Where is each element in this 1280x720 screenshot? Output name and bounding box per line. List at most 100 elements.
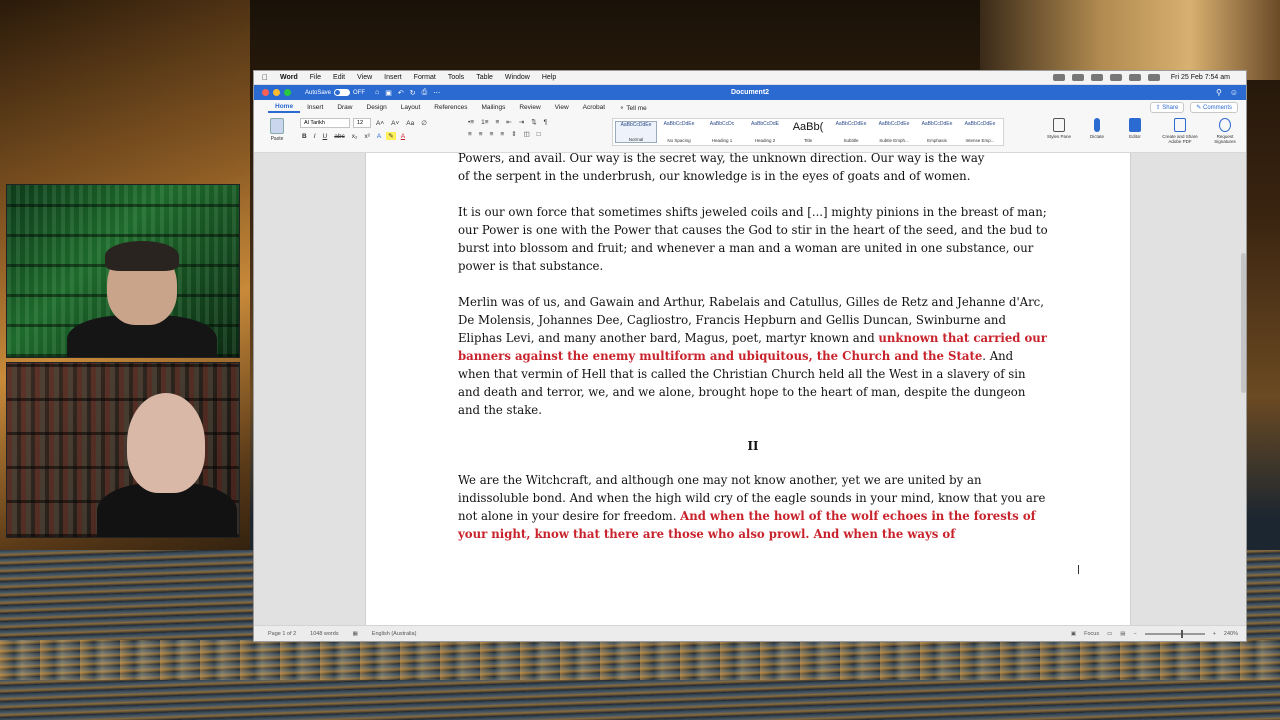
paragraph[interactable]: Merlin was of us, and Gawain and Arthur,… bbox=[458, 293, 1048, 419]
numbering-icon[interactable]: 1≡ bbox=[479, 119, 490, 126]
clear-formatting-icon[interactable]: ∅ bbox=[419, 119, 429, 127]
borders-icon[interactable]: □ bbox=[535, 131, 543, 138]
style-subtitle[interactable]: AaBbCcDdEe Subtitle bbox=[830, 121, 872, 143]
align-left-icon[interactable]: ≡ bbox=[466, 131, 474, 138]
vertical-scrollbar[interactable] bbox=[1241, 253, 1246, 393]
style-normal[interactable]: AaBbCcDdEe Normal bbox=[615, 121, 657, 143]
style-heading-1[interactable]: AaBbCcDc Heading 1 bbox=[701, 121, 743, 143]
justify-icon[interactable]: ≡ bbox=[498, 131, 506, 138]
underline-icon[interactable]: U bbox=[321, 133, 330, 140]
account-icon[interactable]: ☺ bbox=[1230, 88, 1238, 97]
save-icon[interactable]: ▣ bbox=[385, 89, 392, 97]
web-layout-icon[interactable]: ▤ bbox=[1120, 631, 1125, 637]
request-signatures-button[interactable]: Request Signatures bbox=[1210, 118, 1240, 144]
grow-font-icon[interactable]: A˄ bbox=[374, 120, 386, 127]
editor-button[interactable]: Editor bbox=[1120, 118, 1150, 144]
menu-edit[interactable]: Edit bbox=[329, 74, 353, 81]
text-effects-icon[interactable]: A bbox=[375, 133, 383, 140]
highlight-icon[interactable]: ✎ bbox=[386, 132, 396, 140]
menu-table[interactable]: Table bbox=[472, 74, 501, 81]
wifi-icon[interactable] bbox=[1109, 74, 1122, 81]
redo-icon[interactable]: ↻ bbox=[410, 89, 416, 97]
tab-acrobat[interactable]: Acrobat bbox=[576, 104, 612, 111]
change-case-icon[interactable]: Aa bbox=[404, 120, 416, 127]
zoom-in-icon[interactable]: + bbox=[1213, 631, 1216, 637]
align-center-icon[interactable]: ≡ bbox=[477, 131, 485, 138]
document-body[interactable]: Powers, and avail. Our way is the secret… bbox=[458, 153, 1048, 561]
shrink-font-icon[interactable]: A˅ bbox=[389, 120, 401, 127]
font-size-select[interactable]: 12 bbox=[353, 118, 371, 128]
print-icon[interactable]: ⎙ bbox=[422, 89, 428, 97]
tab-draw[interactable]: Draw bbox=[330, 104, 359, 111]
tab-references[interactable]: References bbox=[427, 104, 474, 111]
autosave-switch[interactable] bbox=[334, 89, 351, 96]
align-right-icon[interactable]: ≡ bbox=[488, 131, 496, 138]
paragraph[interactable]: We are the Witchcraft, and although one … bbox=[458, 471, 1048, 543]
battery-icon[interactable] bbox=[1128, 74, 1141, 81]
autosave-toggle[interactable]: AutoSave OFF bbox=[305, 89, 365, 96]
create-share-pdf-button[interactable]: Create and Share Adobe PDF bbox=[1158, 118, 1202, 144]
style-intense-emphasis[interactable]: AaBbCcDdEe Intense Emp... bbox=[959, 121, 1001, 143]
status-icon[interactable] bbox=[1052, 74, 1065, 81]
zoom-slider-thumb[interactable] bbox=[1180, 629, 1183, 638]
status-icon[interactable] bbox=[1071, 74, 1084, 81]
proofing-icon[interactable]: ▦ bbox=[353, 631, 358, 637]
style-title[interactable]: AaBb( Title bbox=[787, 121, 829, 143]
minimize-window-button[interactable] bbox=[273, 89, 280, 96]
focus-button[interactable]: Focus bbox=[1084, 631, 1099, 637]
dictate-button[interactable]: Dictate bbox=[1082, 118, 1112, 144]
shading-icon[interactable]: ◫ bbox=[522, 130, 532, 138]
search-icon[interactable] bbox=[1147, 74, 1160, 81]
style-emphasis[interactable]: AaBbCcDdEe Emphasis bbox=[916, 121, 958, 143]
italic-icon[interactable]: I bbox=[312, 133, 318, 140]
language-indicator[interactable]: English (Australia) bbox=[372, 631, 417, 637]
comments-button[interactable]: ✎ Comments bbox=[1190, 102, 1238, 113]
focus-icon[interactable]: ▣ bbox=[1071, 631, 1076, 637]
tab-home[interactable]: Home bbox=[268, 103, 301, 113]
page-count[interactable]: Page 1 of 2 bbox=[268, 631, 296, 637]
section-heading[interactable]: II bbox=[458, 437, 1048, 455]
line-spacing-icon[interactable]: ⇕ bbox=[509, 130, 518, 138]
print-layout-icon[interactable]: ▭ bbox=[1107, 631, 1112, 637]
tab-layout[interactable]: Layout bbox=[394, 104, 428, 111]
styles-pane-button[interactable]: Styles Pane bbox=[1044, 118, 1074, 144]
multilevel-list-icon[interactable]: ≡ bbox=[494, 119, 502, 126]
word-count[interactable]: 1048 words bbox=[310, 631, 338, 637]
zoom-window-button[interactable] bbox=[284, 89, 291, 96]
subscript-icon[interactable]: x₂ bbox=[350, 133, 360, 140]
font-name-select[interactable]: Al Tarikh bbox=[300, 118, 350, 128]
menu-format[interactable]: Format bbox=[410, 74, 444, 81]
zoom-level[interactable]: 240% bbox=[1224, 631, 1238, 637]
tab-review[interactable]: Review bbox=[512, 104, 547, 111]
document-page[interactable]: Powers, and avail. Our way is the secret… bbox=[365, 153, 1131, 627]
paragraph[interactable]: It is our own force that sometimes shift… bbox=[458, 203, 1048, 275]
font-color-icon[interactable]: A bbox=[399, 133, 407, 140]
strikethrough-icon[interactable]: abc bbox=[332, 133, 346, 140]
tab-view[interactable]: View bbox=[548, 104, 576, 111]
paste-button[interactable]: Paste bbox=[260, 118, 294, 142]
style-subtle-emphasis[interactable]: AaBbCcDdEe Subtle Emph... bbox=[873, 121, 915, 143]
home-icon[interactable]: ⌂ bbox=[375, 89, 379, 97]
menu-insert[interactable]: Insert bbox=[380, 74, 410, 81]
superscript-icon[interactable]: x² bbox=[362, 133, 371, 140]
bullets-icon[interactable]: •≡ bbox=[466, 119, 476, 126]
zoom-slider[interactable] bbox=[1144, 629, 1205, 638]
menubar-clock[interactable]: Fri 25 Feb 7:54 am bbox=[1167, 74, 1238, 81]
document-canvas[interactable]: Powers, and avail. Our way is the secret… bbox=[254, 153, 1246, 627]
share-button[interactable]: ⇧ Share bbox=[1149, 102, 1185, 113]
undo-icon[interactable]: ↶ bbox=[398, 89, 404, 97]
apple-icon[interactable]:  bbox=[258, 73, 276, 82]
menu-file[interactable]: File bbox=[306, 74, 329, 81]
tab-design[interactable]: Design bbox=[360, 104, 394, 111]
increase-indent-icon[interactable]: ⇥ bbox=[517, 118, 526, 126]
show-formatting-icon[interactable]: ¶ bbox=[542, 119, 550, 126]
paragraph[interactable]: Powers, and avail. Our way is the secret… bbox=[458, 153, 1048, 185]
close-window-button[interactable] bbox=[262, 89, 269, 96]
menu-help[interactable]: Help bbox=[538, 74, 564, 81]
status-icon[interactable] bbox=[1090, 74, 1103, 81]
zoom-out-icon[interactable]: − bbox=[1133, 631, 1136, 637]
bold-icon[interactable]: B bbox=[300, 133, 309, 140]
menu-view[interactable]: View bbox=[353, 74, 380, 81]
app-menu[interactable]: Word bbox=[276, 74, 306, 81]
tab-insert[interactable]: Insert bbox=[300, 104, 330, 111]
